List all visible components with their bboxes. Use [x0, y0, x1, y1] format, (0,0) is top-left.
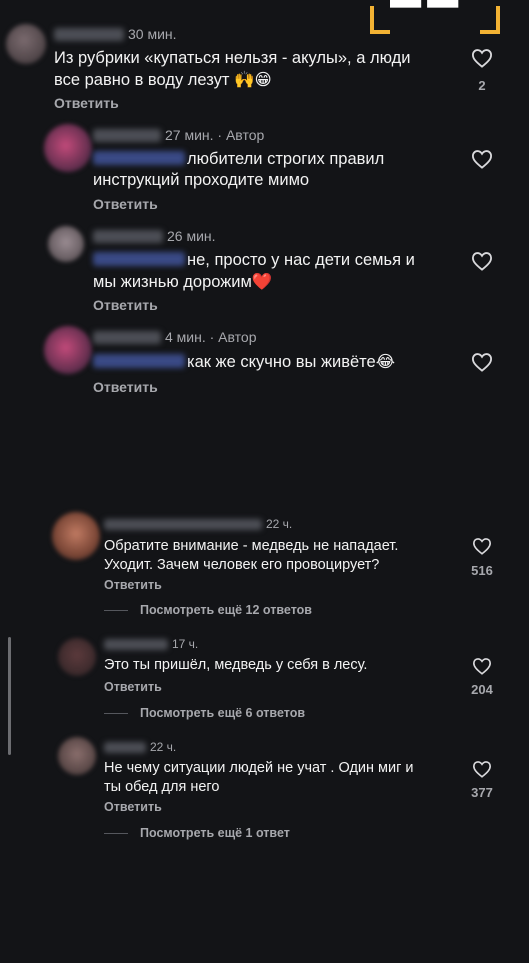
heart-outline-icon[interactable]: [471, 48, 493, 68]
divider: [104, 712, 128, 714]
reply-button[interactable]: Ответить: [93, 379, 158, 395]
avatar[interactable]: [58, 737, 96, 775]
comment-meta: 22 ч.: [104, 517, 292, 531]
view-more-replies-label[interactable]: Посмотреть ещё 12 ответов: [140, 603, 312, 617]
view-more-replies[interactable]: Посмотреть ещё 1 ответ: [104, 826, 290, 840]
comment-text: не, просто у нас дети семья и мы жизнью …: [93, 250, 463, 293]
comment-text-line: ты обед для него: [104, 779, 220, 795]
view-more-replies[interactable]: Посмотреть ещё 6 ответов: [104, 706, 305, 720]
comment-time: 30 мин.: [128, 26, 177, 42]
comment-time: 22 ч.: [266, 517, 293, 531]
comment-meta: 22 ч.: [104, 740, 176, 754]
username-blurred[interactable]: [104, 518, 262, 530]
scroll-indicator[interactable]: [8, 637, 11, 755]
username-blurred[interactable]: [54, 27, 124, 41]
comment-text-line: как же скучно вы живёте: [187, 353, 376, 371]
divider: [104, 609, 128, 611]
reply-button[interactable]: Ответить: [93, 196, 158, 212]
comment-time: 17 ч.: [172, 637, 199, 651]
like-count: 516: [471, 563, 493, 578]
view-more-replies-label[interactable]: Посмотреть ещё 6 ответов: [140, 706, 305, 720]
heart-outline-icon[interactable]: [472, 657, 492, 675]
username-blurred[interactable]: [104, 741, 146, 753]
comment-time: 26 мин.: [167, 228, 216, 244]
emoji: 🙌😁: [234, 70, 272, 89]
comment-time: 4 мин. · Автор: [165, 329, 257, 345]
reply-button[interactable]: Ответить: [54, 95, 119, 111]
username-blurred[interactable]: [93, 330, 161, 344]
comment-text-line: Обратите внимание - медведь не нападает.: [104, 538, 399, 554]
like-count: 377: [471, 785, 493, 800]
comment-text-line: Не чему ситуации людей не учат . Один ми…: [104, 760, 414, 776]
heart-outline-icon[interactable]: [472, 537, 492, 555]
comment-meta: 30 мин.: [54, 26, 177, 42]
comment-text-line: мы жизнью дорожим: [93, 273, 252, 291]
comments-screen: ▀▀ 30 мин. Из рубрики «купаться нельзя -…: [0, 0, 529, 963]
heart-outline-icon[interactable]: [471, 352, 493, 372]
avatar[interactable]: [6, 24, 46, 64]
comment-text: Это ты пришёл, медведь у себя в лесу.: [104, 656, 464, 675]
avatar[interactable]: [52, 512, 100, 560]
heart-outline-icon[interactable]: [471, 149, 493, 169]
comment-text-line: Уходит. Зачем человек его провоцирует?: [104, 557, 380, 573]
overlay-glyph: ▀▀: [390, 0, 465, 31]
view-more-replies-label[interactable]: Посмотреть ещё 1 ответ: [140, 826, 290, 840]
comment-text: любители строгих правил инструкций прохо…: [93, 149, 463, 191]
avatar[interactable]: [44, 326, 92, 374]
emoji: ❤️: [251, 272, 273, 291]
like-count: 204: [471, 682, 493, 697]
comment-meta: 4 мин. · Автор: [93, 329, 256, 345]
comment-meta: 27 мин. · Автор: [93, 127, 264, 143]
comment-time: 22 ч.: [150, 740, 177, 754]
comment-text-line: не, просто у нас дети семья и: [187, 251, 415, 269]
comment-meta: 17 ч.: [104, 637, 198, 651]
comment-meta: 26 мин.: [93, 228, 216, 244]
username-blurred[interactable]: [93, 128, 161, 142]
corner-bracket-right: [480, 6, 500, 34]
reply-button[interactable]: Ответить: [104, 578, 162, 592]
reply-button[interactable]: Ответить: [93, 297, 158, 313]
heart-outline-icon[interactable]: [472, 760, 492, 778]
emoji: 😂: [375, 352, 395, 371]
view-more-replies[interactable]: Посмотреть ещё 12 ответов: [104, 603, 312, 617]
avatar[interactable]: [44, 124, 92, 172]
comment-text-line: инструкций проходите мимо: [93, 171, 310, 189]
comment-text-line: Из рубрики «купаться нельзя - акулы», а …: [54, 49, 411, 67]
heart-outline-icon[interactable]: [471, 251, 493, 271]
comment-text-line: Это ты пришёл, медведь у себя в лесу.: [104, 657, 368, 673]
reply-button[interactable]: Ответить: [104, 800, 162, 814]
comment-text: как же скучно вы живёте😂: [93, 351, 463, 373]
comment-text: Обратите внимание - медведь не нападает.…: [104, 537, 464, 575]
comment-text: Не чему ситуации людей не учат . Один ми…: [104, 759, 464, 797]
reply-button[interactable]: Ответить: [104, 680, 162, 694]
comment-text: Из рубрики «купаться нельзя - акулы», а …: [54, 48, 464, 91]
comment-text-line: любители строгих правил: [187, 150, 385, 168]
comment-text-line: все равно в воду лезут: [54, 71, 230, 89]
corner-bracket-left: [370, 6, 390, 34]
avatar[interactable]: [58, 638, 96, 676]
username-blurred[interactable]: [93, 229, 163, 243]
mention-blurred[interactable]: [93, 354, 185, 368]
comment-time: 27 мин. · Автор: [165, 127, 265, 143]
like-count: 2: [478, 78, 486, 93]
divider: [104, 832, 128, 834]
mention-blurred[interactable]: [93, 151, 185, 165]
mention-blurred[interactable]: [93, 252, 185, 266]
avatar[interactable]: [48, 226, 84, 262]
corner-overlay-logo: ▀▀: [370, 0, 500, 42]
username-blurred[interactable]: [104, 638, 168, 650]
